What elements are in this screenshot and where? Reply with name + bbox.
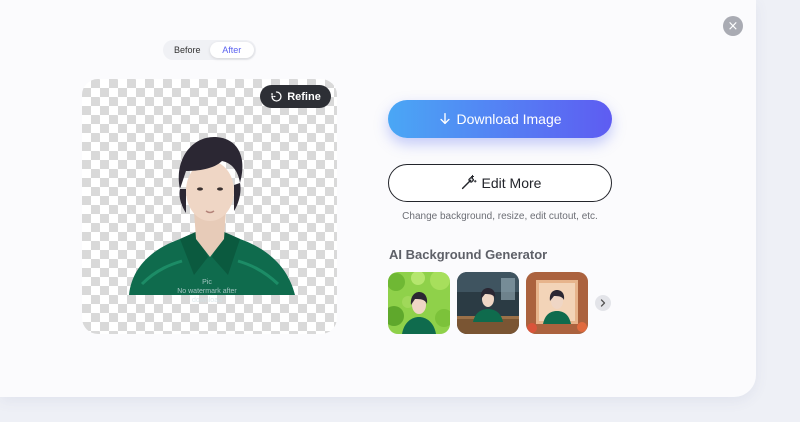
result-panel: Before After Pic No watermark after down… xyxy=(0,0,756,397)
toggle-before[interactable]: Before xyxy=(165,42,210,58)
watermark-text: Pic No watermark after download xyxy=(162,278,252,305)
refine-icon xyxy=(271,91,282,102)
thumbnail-green-leaves[interactable] xyxy=(388,272,450,334)
ai-background-thumbnails xyxy=(388,272,588,334)
before-after-toggle: Before After xyxy=(163,40,256,60)
close-button[interactable]: × xyxy=(723,16,743,36)
watermark-note: No watermark after download xyxy=(177,288,237,304)
ai-background-title: AI Background Generator xyxy=(389,247,548,262)
thumbnail-wooden-desk-image xyxy=(457,272,519,334)
download-image-button[interactable]: Download Image xyxy=(388,100,612,138)
watermark-logo-text: Pic xyxy=(202,279,212,286)
download-icon xyxy=(440,113,451,125)
edit-more-button[interactable]: Edit More xyxy=(388,164,612,202)
edit-hint-text: Change background, resize, edit cutout, … xyxy=(402,211,598,222)
thumbnail-warm-frame[interactable] xyxy=(526,272,588,334)
cutout-preview: Pic No watermark after download xyxy=(82,79,337,334)
thumbnail-warm-frame-image xyxy=(526,272,588,334)
chevron-right-icon xyxy=(600,299,606,307)
refine-button[interactable]: Refine xyxy=(260,85,331,108)
close-icon: × xyxy=(727,18,739,34)
thumbnail-green-leaves-image xyxy=(388,272,450,334)
thumbnail-wooden-desk[interactable] xyxy=(457,272,519,334)
toggle-after[interactable]: After xyxy=(209,42,254,58)
download-label: Download Image xyxy=(456,111,562,127)
edit-more-label: Edit More xyxy=(481,175,542,191)
magic-wand-icon xyxy=(461,174,477,190)
refine-label: Refine xyxy=(287,90,321,103)
thumbnails-next-button[interactable] xyxy=(595,295,611,311)
